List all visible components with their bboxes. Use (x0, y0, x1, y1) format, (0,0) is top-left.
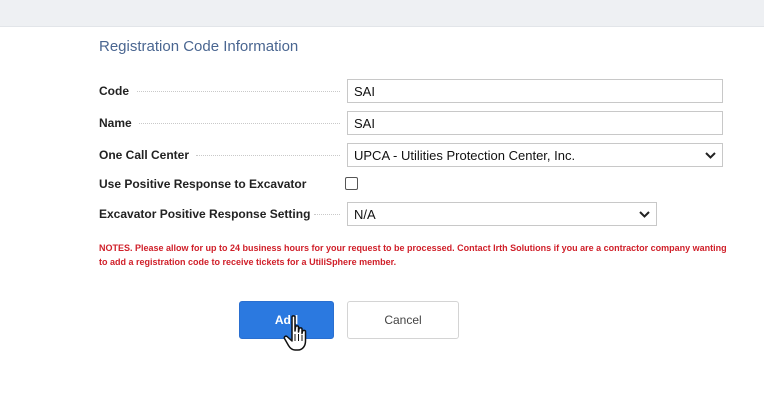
chevron-down-icon (638, 208, 650, 220)
hand-pointer-icon (283, 314, 313, 354)
name-leader-dots (139, 123, 340, 124)
chevron-down-icon (704, 149, 716, 161)
section-title: Registration Code Information (99, 38, 299, 55)
cancel-button-label: Cancel (384, 313, 422, 327)
one-call-center-selected: UPCA - Utilities Protection Center, Inc. (354, 147, 576, 163)
one-call-center-label: One Call Center (99, 148, 190, 162)
one-call-center-row: One Call Center (99, 143, 189, 167)
excavator-setting-selected: N/A (354, 206, 376, 222)
excavator-setting-label: Excavator Positive Response Setting (99, 207, 311, 221)
code-leader-dots (137, 91, 340, 92)
name-row: Name (99, 111, 132, 135)
name-label: Name (99, 116, 132, 130)
notes-text: NOTES. Please allow for up to 24 busines… (99, 243, 727, 267)
code-row: Code (99, 79, 129, 103)
use-positive-response-row: Use Positive Response to Excavator (99, 172, 306, 196)
one-call-center-select[interactable]: UPCA - Utilities Protection Center, Inc. (347, 143, 723, 167)
registration-code-form: Registration Code Information Code Name … (0, 0, 764, 417)
code-input[interactable] (347, 79, 723, 103)
one-call-center-leader-dots (196, 155, 340, 156)
use-positive-response-label: Use Positive Response to Excavator (99, 177, 307, 191)
excavator-setting-row: Excavator Positive Response Setting (99, 202, 310, 226)
excavator-setting-select[interactable]: N/A (347, 202, 657, 226)
cancel-button[interactable]: Cancel (347, 301, 459, 339)
name-input[interactable] (347, 111, 723, 135)
use-positive-response-checkbox[interactable] (345, 177, 358, 190)
excavator-setting-leader-dots (314, 214, 340, 215)
code-label: Code (99, 84, 129, 98)
